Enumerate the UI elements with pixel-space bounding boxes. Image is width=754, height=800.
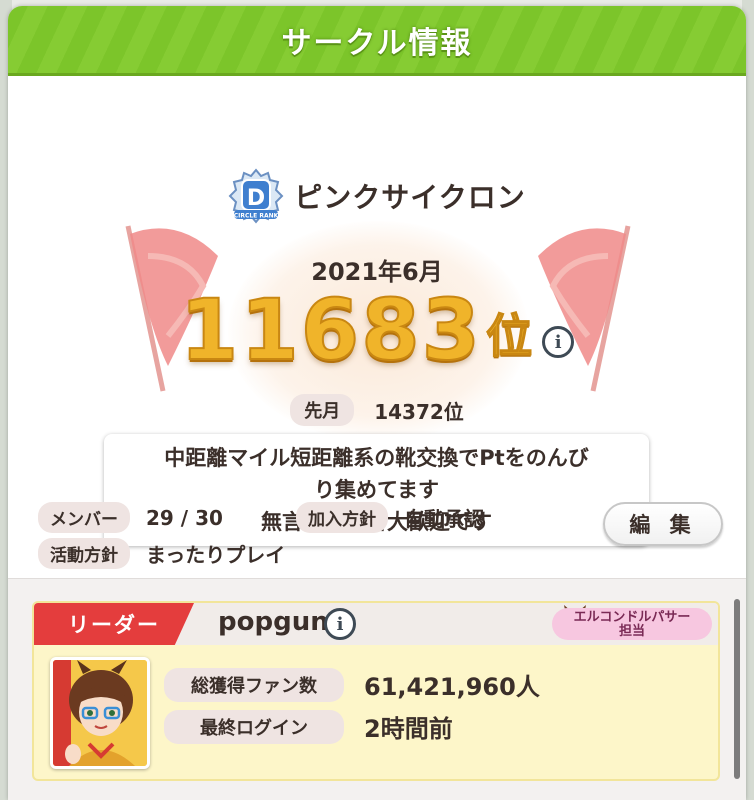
circle-hero: D CIRCLE RANK ピンクサイクロン 2021年6月 11683 位 i… [8,76,746,546]
previous-month-value: 14372位 [374,399,464,424]
last-login-label: 最終ログイン [164,709,344,744]
join-policy-value: 自動承認 [404,507,484,531]
join-policy-row: 加入方針 自動承認 [296,502,484,533]
circle-name-row: D CIRCLE RANK ピンクサイクロン [8,168,746,224]
activity-policy-label: 活動方針 [38,538,130,569]
ranking-number: 11683 [179,281,483,379]
leader-card[interactable]: リーダー popgun i エルコンドルパサー 担当 総獲得ファン数 61,42… [32,601,720,781]
activity-policy-value: まったりプレイ [146,543,286,567]
ranking-unit: 位 [485,308,533,364]
last-login-value: 2時間前 [364,715,453,743]
rank-d-badge-icon: D CIRCLE RANK [228,168,284,224]
leader-name: popgun [218,607,329,637]
leader-avatar [50,657,150,769]
members-value: 29 / 30 [146,505,223,530]
leader-card-header: リーダー popgun i エルコンドルパサー 担当 [34,603,718,645]
circle-meta: メンバー 29 / 30 加入方針 自動承認 活動方針 まったりプレイ 編 集 [38,494,723,569]
leader-avatar-portrait [53,660,147,766]
fans-value: 61,421,960人 [364,673,540,701]
member-list[interactable]: リーダー popgun i エルコンドルパサー 担当 総獲得ファン数 61,42… [8,578,746,800]
leader-info-icon[interactable]: i [324,608,356,640]
trainer-role: 担当 [618,624,645,639]
rank-badge-letter: D [247,186,265,211]
rank-badge-caption: CIRCLE RANK [234,213,279,220]
member-list-scrollbar[interactable] [734,599,740,779]
edit-button[interactable]: 編 集 [603,502,723,546]
ranking-info-icon[interactable]: i [542,326,575,358]
ranking-row: 11683 位 i [8,281,746,379]
trainer-tag: エルコンドルパサー 担当 [552,608,712,640]
dialog-header: サークル情報 [8,6,746,76]
activity-policy-row: 活動方針 まったりプレイ [38,538,285,569]
previous-month-row: 先月 14372位 [8,394,746,426]
members-row: メンバー 29 / 30 [38,502,223,533]
fans-label: 総獲得ファン数 [164,667,344,702]
circle-name: ピンクサイクロン [294,181,526,214]
trainer-name: エルコンドルパサー [573,610,691,625]
leader-tag: リーダー [34,603,194,645]
last-login-row: 最終ログイン 2時間前 [164,709,453,744]
members-label: メンバー [38,502,130,533]
circle-info-dialog: サークル情報 D CIRCLE RANK ピンクサイクロン 2021年6月 11… [8,6,746,800]
join-policy-label: 加入方針 [296,502,388,533]
dialog-title: サークル情報 [281,25,473,61]
previous-month-label: 先月 [290,394,355,426]
fans-row: 総獲得ファン数 61,421,960人 [164,667,540,702]
